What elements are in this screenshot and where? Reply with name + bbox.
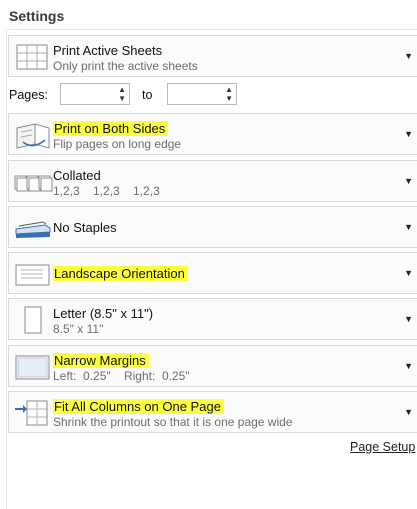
spin-down-icon[interactable]: ▼ xyxy=(118,95,126,103)
highlighted-text: Print on Both Sides xyxy=(53,121,169,136)
print-what-label: Print Active Sheets xyxy=(53,43,163,58)
duplex-description: Flip pages on long edge xyxy=(53,137,182,151)
collation-label: Collated xyxy=(53,168,101,183)
paper-size-icon xyxy=(24,306,42,334)
spin-up-icon[interactable]: ▲ xyxy=(225,86,233,94)
chevron-down-icon: ▼ xyxy=(404,51,413,61)
page-setup-link[interactable]: Page Setup xyxy=(350,440,415,454)
margins-label: Narrow Margins xyxy=(53,353,149,368)
pages-label: Pages: xyxy=(9,88,48,102)
highlighted-text: Fit All Columns on One Page xyxy=(53,399,224,414)
spin-down-icon[interactable]: ▼ xyxy=(225,95,233,103)
duplex-label: Print on Both Sides xyxy=(53,121,169,136)
collate-icon xyxy=(14,175,53,192)
scaling-label: Fit All Columns on One Page xyxy=(53,399,224,414)
paper-size-label: Letter (8.5" x 11") xyxy=(53,306,154,321)
duplex-dropdown[interactable]: Print on Both Sides Flip pages on long e… xyxy=(8,113,417,155)
highlighted-text: Landscape Orientation xyxy=(53,266,188,281)
chevron-down-icon: ▼ xyxy=(404,361,413,371)
chevron-down-icon: ▼ xyxy=(404,129,413,139)
paper-size-description: 8.5" x 11" xyxy=(53,322,104,336)
settings-title: Settings xyxy=(9,8,65,24)
margins-icon xyxy=(15,355,50,380)
pages-to-spinner[interactable]: ▲ ▼ xyxy=(167,83,237,105)
landscape-icon xyxy=(15,264,50,286)
scaling-description: Shrink the printout so that it is one pa… xyxy=(53,415,293,429)
orientation-dropdown[interactable]: Landscape Orientation ▼ xyxy=(8,252,417,294)
margins-description: Left: 0.25" Right: 0.25" xyxy=(53,369,190,383)
chevron-down-icon: ▼ xyxy=(404,176,413,186)
staples-dropdown[interactable]: No Staples ▼ xyxy=(8,206,417,248)
paper-size-dropdown[interactable]: Letter (8.5" x 11") 8.5" x 11" ▼ xyxy=(8,298,417,340)
chevron-down-icon: ▼ xyxy=(404,407,413,417)
pages-to-label: to xyxy=(142,88,153,102)
scaling-icon xyxy=(15,400,48,426)
chevron-down-icon: ▼ xyxy=(404,268,413,278)
title-divider xyxy=(9,29,417,30)
orientation-label: Landscape Orientation xyxy=(53,266,188,281)
stapler-icon xyxy=(15,221,51,238)
highlighted-text: Narrow Margins xyxy=(53,353,149,368)
pages-from-spinner[interactable]: ▲ ▼ xyxy=(60,83,130,105)
pages-range: Pages: ▲ ▼ to ▲ ▼ xyxy=(0,82,417,108)
margins-dropdown[interactable]: Narrow Margins Left: 0.25" Right: 0.25" … xyxy=(8,345,417,387)
print-what-description: Only print the active sheets xyxy=(53,59,198,73)
print-what-dropdown[interactable]: Print Active Sheets Only print the activ… xyxy=(8,35,417,77)
chevron-down-icon: ▼ xyxy=(404,222,413,232)
spin-up-icon[interactable]: ▲ xyxy=(118,86,126,94)
staples-label: No Staples xyxy=(53,220,117,235)
chevron-down-icon: ▼ xyxy=(404,314,413,324)
sheets-icon xyxy=(16,44,48,70)
scaling-dropdown[interactable]: Fit All Columns on One Page Shrink the p… xyxy=(8,391,417,433)
collation-dropdown[interactable]: Collated 1,2,3 1,2,3 1,2,3 ▼ xyxy=(8,160,417,202)
duplex-icon xyxy=(16,123,50,149)
print-settings-panel: Settings Print Active Sheets Only print … xyxy=(0,0,417,509)
collation-description: 1,2,3 1,2,3 1,2,3 xyxy=(53,184,160,198)
